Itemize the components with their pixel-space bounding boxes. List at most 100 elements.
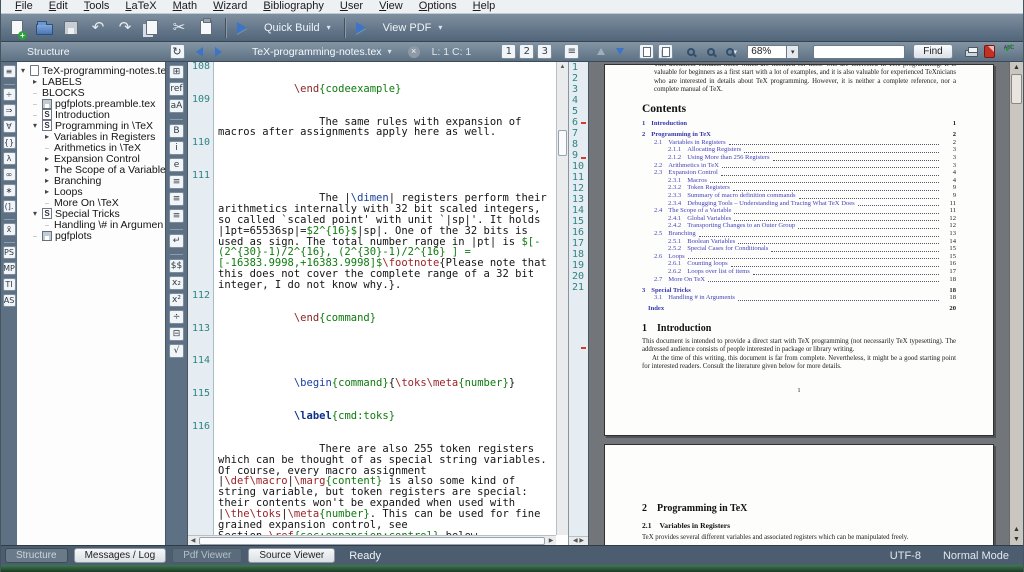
scrollbar-thumb[interactable] xyxy=(558,130,567,156)
toc-entry[interactable]: 2.3.2 Token Registers 9 xyxy=(642,184,956,192)
toc-entry[interactable]: 2.6.1 Counting loops 16 xyxy=(642,260,956,268)
view-pdf-caret-icon[interactable]: ▾ xyxy=(438,23,448,32)
asymptote-tab[interactable]: AS xyxy=(2,294,16,307)
structure-tree-item[interactable]: BLOCKS xyxy=(19,87,165,99)
find-button[interactable]: Find xyxy=(913,44,953,59)
save-button[interactable] xyxy=(59,17,83,39)
toc-entry[interactable]: 2 Programming in TeX 2 xyxy=(642,131,956,139)
italic-button[interactable]: i xyxy=(169,141,184,155)
fraction-button[interactable]: ÷ xyxy=(169,310,184,324)
tree-expander-icon[interactable] xyxy=(21,66,30,75)
print-icon[interactable] xyxy=(965,47,978,57)
new-document-button[interactable] xyxy=(5,17,29,40)
tree-expander-icon[interactable] xyxy=(33,110,42,119)
toc-entry[interactable]: 2.1.1 Allocating Registers 3 xyxy=(642,146,956,154)
status-panel-button[interactable]: Source Viewer xyxy=(248,548,336,563)
quick-build-label[interactable]: Quick Build xyxy=(260,22,324,34)
inline-math-button[interactable]: $$ xyxy=(169,254,184,273)
toc-entry[interactable]: 2.5.1 Boolean Variables 14 xyxy=(642,238,956,246)
menu-item[interactable]: View xyxy=(371,0,411,13)
toc-entry[interactable]: 2.3 Expansion Control 4 xyxy=(642,169,956,177)
most-used-symbols-tab[interactable]: x̄ xyxy=(2,219,16,236)
menu-item[interactable]: Tools xyxy=(76,0,118,13)
zoom-mode-button[interactable]: ▾ xyxy=(723,44,739,59)
back-button[interactable] xyxy=(192,44,207,59)
scroll-right-arrow-icon[interactable]: ▶ xyxy=(546,537,556,544)
view-pdf-label[interactable]: View PDF xyxy=(379,22,436,34)
tree-expander-icon[interactable] xyxy=(45,187,54,196)
status-panel-button[interactable]: Messages / Log xyxy=(73,548,167,563)
tree-expander-icon[interactable] xyxy=(33,88,42,97)
bookmark-button[interactable]: 2 xyxy=(519,44,535,59)
structure-tree-item[interactable]: Arithmetics in \TeX xyxy=(19,142,165,154)
zoom-level-value[interactable]: 68% xyxy=(747,44,788,59)
structure-tree-item[interactable]: More On \TeX xyxy=(19,197,165,209)
superscript-button[interactable]: x² xyxy=(169,293,184,307)
emphasis-button[interactable]: e xyxy=(169,158,184,172)
pdf-vertical-scrollbar[interactable]: ▲ ▲ ▼ xyxy=(1009,62,1023,545)
scrollbar-thumb[interactable] xyxy=(1011,74,1022,104)
structure-tree-item[interactable]: The Scope of a Variable xyxy=(19,164,165,176)
menu-item[interactable]: Edit xyxy=(41,0,76,13)
status-panel-button[interactable]: Pdf Viewer xyxy=(172,548,243,563)
tree-expander-icon[interactable] xyxy=(45,220,54,229)
menu-item[interactable]: Bibliography xyxy=(255,0,332,13)
find-input[interactable] xyxy=(813,44,906,59)
status-panel-button[interactable]: Structure xyxy=(5,548,68,563)
encoding-label[interactable]: UTF-8 xyxy=(890,550,921,562)
split-view-pane[interactable]: 1 2 3 4 5 6 7 8 9 10 11 12 13 14 15 16 17 18 19 20 21 ◀ ▶ xyxy=(569,62,589,545)
bookmark-list-button[interactable]: ≡ xyxy=(564,44,580,59)
previous-mark-button[interactable] xyxy=(593,44,608,59)
toc-entry[interactable]: 2.2 Arithmetics in TeX 3 xyxy=(642,162,956,170)
paste-button[interactable] xyxy=(194,17,218,39)
document-tab[interactable]: TeX-programming-notes.tex xyxy=(252,46,382,58)
editor-horizontal-scrollbar[interactable]: ◀ ▶ xyxy=(188,535,556,545)
refresh-structure-button[interactable]: ↻ xyxy=(169,44,185,59)
toc-entry[interactable]: Index 20 xyxy=(642,305,956,313)
scroll-down-arrow-icon[interactable]: ▼ xyxy=(1010,535,1023,545)
structure-tree-item[interactable]: LABELS xyxy=(19,76,165,88)
greek-symbols-tab[interactable]: λ xyxy=(2,152,16,165)
editor-vertical-scrollbar[interactable]: ▲ xyxy=(556,62,568,535)
align-right-button[interactable]: ≡ xyxy=(169,209,184,223)
toc-entry[interactable]: 2.4.2 Transporting Changes to an Outer G… xyxy=(642,222,956,230)
undo-button[interactable]: ↶ xyxy=(86,17,110,39)
font-command-button[interactable]: aA xyxy=(169,99,184,113)
spellcheck-icon[interactable]: ABC xyxy=(1001,45,1017,59)
dfrac-button[interactable]: ⊟ xyxy=(169,327,184,341)
toc-entry[interactable]: 2.6 Loops 15 xyxy=(642,253,956,261)
toc-entry[interactable]: 2.7 More On TeX 18 xyxy=(642,276,956,284)
sqrt-button[interactable]: √ xyxy=(169,344,184,358)
tree-expander-icon[interactable] xyxy=(45,132,54,141)
toc-entry[interactable]: 2.6.2 Loops over list of items 17 xyxy=(642,268,956,276)
tikz-tab[interactable]: TI xyxy=(2,278,16,291)
structure-tree-item[interactable]: Variables in Registers xyxy=(19,131,165,143)
pstricks-tab[interactable]: PS xyxy=(2,242,16,259)
toc-entry[interactable]: 2.4 The Scope of a Variable 11 xyxy=(642,207,956,215)
metapost-tab[interactable]: MP xyxy=(2,262,16,275)
toc-entry[interactable]: 2.3.3 Summary of macro definition comman… xyxy=(642,192,956,200)
tree-expander-icon[interactable] xyxy=(45,176,54,185)
menu-item[interactable]: Options xyxy=(411,0,465,13)
bookmark-button[interactable]: 3 xyxy=(537,44,553,59)
misc-symbols-tab[interactable]: ∗ xyxy=(2,184,16,197)
tree-expander-icon[interactable] xyxy=(45,154,54,163)
tab-dropdown-caret-icon[interactable]: ▾ xyxy=(388,47,392,56)
copy-button[interactable] xyxy=(140,17,164,39)
tree-expander-icon[interactable] xyxy=(45,143,54,152)
structure-tree-item[interactable]: Handling \# in Argumen xyxy=(19,219,165,231)
structure-tree-item[interactable]: Branching xyxy=(19,175,165,187)
menu-item[interactable]: File xyxy=(7,0,41,13)
tree-expander-icon[interactable] xyxy=(45,165,54,174)
redo-button[interactable]: ↷ xyxy=(113,17,137,39)
copy-note-button[interactable] xyxy=(639,44,655,59)
bookmark-button[interactable]: 1 xyxy=(501,44,517,59)
structure-tree-item[interactable]: Expansion Control xyxy=(19,153,165,165)
scroll-up-arrow-icon[interactable]: ▲ xyxy=(1010,62,1023,73)
toc-entry[interactable]: 1 Introduction 1 xyxy=(642,120,956,128)
scroll-left-arrow-icon[interactable]: ◀ xyxy=(188,537,198,544)
menu-item[interactable]: LaTeX xyxy=(117,0,164,13)
tree-expander-icon[interactable] xyxy=(33,77,42,86)
toc-entry[interactable]: 2.3.1 Macros 4 xyxy=(642,177,956,185)
arrow-symbols-tab[interactable]: ⇒ xyxy=(2,104,16,117)
